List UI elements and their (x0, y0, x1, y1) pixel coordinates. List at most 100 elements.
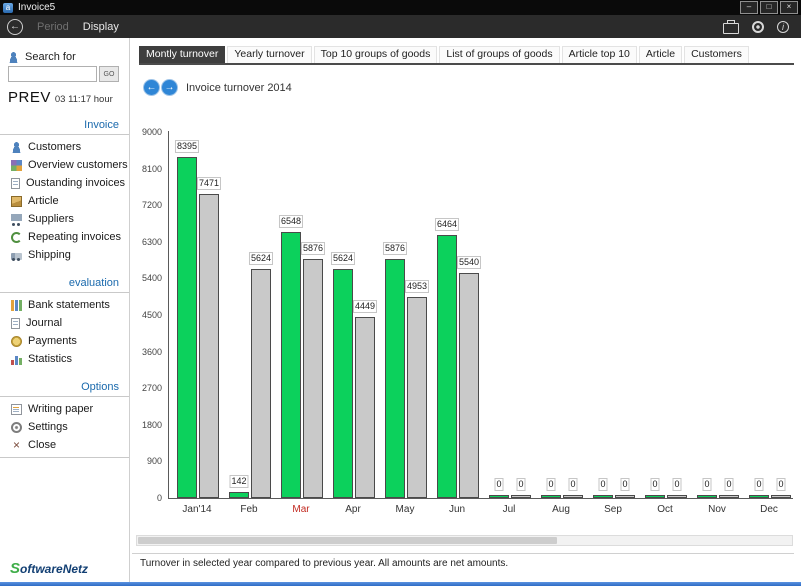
section-divider (0, 396, 129, 397)
bar-value-label: 0 (754, 478, 763, 491)
sidebar-item-close[interactable]: Close (0, 436, 129, 454)
sidebar-item-label: Oustanding invoices (26, 177, 125, 189)
person-icon (8, 52, 19, 63)
tab-yearly-turnover[interactable]: Yearly turnover (227, 46, 311, 63)
sidebar-item-label: Shipping (28, 249, 71, 261)
suppliers-icon (11, 214, 22, 225)
bar-value-label: 5876 (301, 242, 325, 255)
tab-top-10-groups-of-goods[interactable]: Top 10 groups of goods (314, 46, 438, 63)
gear-icon[interactable] (752, 21, 764, 33)
window-title: Invoice5 (18, 2, 55, 13)
sidebar-item-label: Payments (28, 335, 77, 347)
shipping-icon (11, 253, 22, 260)
info-icon[interactable] (777, 21, 789, 33)
scrollbar-thumb[interactable] (138, 537, 557, 544)
search-input[interactable] (8, 66, 97, 82)
bar-current-year (177, 157, 197, 498)
article-icon (11, 196, 22, 207)
bar-value-label: 8395 (175, 140, 199, 153)
bar-value-label: 6548 (279, 215, 303, 228)
bar-current-year (541, 495, 561, 498)
y-axis-label: 5400 (142, 273, 162, 283)
logo-s: S (10, 560, 20, 577)
sidebar-item-settings[interactable]: Settings (0, 418, 129, 436)
sidebar-item-customers[interactable]: Customers (0, 138, 129, 156)
app-window: a Invoice5 – □ × ← Period Display Search… (0, 0, 801, 586)
tab-list-of-groups-of-goods[interactable]: List of groups of goods (439, 46, 559, 63)
sidebar-item-bank-statements[interactable]: Bank statements (0, 296, 129, 314)
y-axis-label: 1800 (142, 420, 162, 430)
bar-current-year (749, 495, 769, 498)
tab-montly-turnover[interactable]: Montly turnover (139, 46, 225, 63)
period-button[interactable]: Period (37, 21, 69, 33)
prev-year-arrow-button[interactable]: ← (143, 79, 160, 96)
bar-current-year (489, 495, 509, 498)
sidebar-item-journal[interactable]: Journal (0, 314, 129, 332)
y-axis-label: 8100 (142, 164, 162, 174)
close-icon (11, 440, 22, 451)
bar-previous-year (719, 495, 739, 498)
section-title-evaluation: evaluation (0, 277, 129, 289)
tab-article-top-10[interactable]: Article top 10 (562, 46, 637, 63)
tab-customers[interactable]: Customers (684, 46, 749, 63)
y-axis-label: 7200 (142, 200, 162, 210)
bar-previous-year (407, 297, 427, 498)
sidebar-item-oustanding-invoices[interactable]: Oustanding invoices (0, 174, 129, 192)
section-divider (0, 292, 129, 293)
y-axis-label: 9000 (142, 127, 162, 137)
logo-rest: oftwareNetz (20, 562, 88, 576)
sidebar-item-shipping[interactable]: Shipping (0, 246, 129, 264)
prev-button[interactable]: PREV (8, 89, 51, 106)
sidebar-item-repeating-invoices[interactable]: Repeating invoices (0, 228, 129, 246)
bar-previous-year (511, 495, 531, 498)
bar-previous-year (667, 495, 687, 498)
go-button[interactable]: GO (99, 66, 119, 82)
display-button[interactable]: Display (83, 21, 119, 33)
sidebar-item-statistics[interactable]: Statistics (0, 350, 129, 368)
maximize-button[interactable]: □ (760, 1, 778, 14)
x-axis-label: Nov (708, 504, 726, 515)
tab-article[interactable]: Article (639, 46, 682, 63)
sidebar-item-payments[interactable]: Payments (0, 332, 129, 350)
horizontal-scrollbar[interactable] (136, 535, 793, 546)
chart-y-axis: 0900180027003600450054006300720081009000 (132, 131, 166, 498)
close-window-button[interactable]: × (780, 1, 798, 14)
x-axis-label: Jan'14 (182, 504, 211, 515)
bar-value-label: 5624 (249, 252, 273, 265)
x-axis-label: Sep (604, 504, 622, 515)
prev-row: PREV 03 11:17 hour (8, 89, 121, 106)
chart-x-axis: Jan'14FebMarAprMayJunJulAugSepOctNovDec (168, 504, 792, 518)
statistics-icon (11, 354, 22, 365)
back-button[interactable]: ← (7, 19, 23, 35)
customers-icon (11, 142, 22, 153)
overview-customers-icon (11, 160, 22, 171)
bar-previous-year (771, 495, 791, 498)
bar-current-year (229, 492, 249, 498)
x-axis-label: Oct (657, 504, 673, 515)
sidebar-item-label: Suppliers (28, 213, 74, 225)
datetime-label: 03 11:17 hour (55, 94, 113, 105)
sidebar-item-article[interactable]: Article (0, 192, 129, 210)
bar-value-label: 0 (702, 478, 711, 491)
payments-icon (11, 336, 22, 347)
minimize-button[interactable]: – (740, 1, 758, 14)
print-icon[interactable] (723, 23, 739, 34)
sidebar-sections: InvoiceCustomersOverview customersOustan… (0, 119, 129, 458)
section-divider (0, 134, 129, 135)
bar-value-label: 0 (494, 478, 503, 491)
sidebar-item-overview-customers[interactable]: Overview customers (0, 156, 129, 174)
bottom-accent-strip (0, 582, 801, 586)
x-axis-label: May (396, 504, 415, 515)
bar-previous-year (199, 194, 219, 498)
sidebar-item-writing-paper[interactable]: Writing paper (0, 400, 129, 418)
sidebar-item-label: Close (28, 439, 56, 451)
next-year-arrow-button[interactable]: → (161, 79, 178, 96)
bank-statements-icon (11, 300, 22, 311)
sidebar-item-suppliers[interactable]: Suppliers (0, 210, 129, 228)
chart-title: Invoice turnover 2014 (186, 82, 292, 94)
y-axis-label: 3600 (142, 347, 162, 357)
sidebar-item-label: Journal (26, 317, 62, 329)
bar-value-label: 0 (598, 478, 607, 491)
x-axis-label: Dec (760, 504, 778, 515)
bar-previous-year (355, 317, 375, 498)
